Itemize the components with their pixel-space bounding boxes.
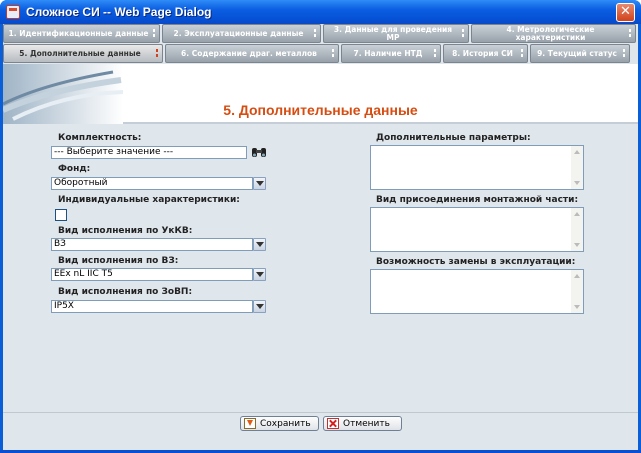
extra-params-textarea[interactable] — [370, 145, 584, 190]
vz-select[interactable]: EEx nL IIC T5 — [51, 268, 253, 281]
replace-textarea[interactable] — [370, 269, 584, 314]
individual-checkbox[interactable] — [55, 209, 67, 221]
tab-label: 4. Метрологические характеристики — [506, 25, 595, 42]
dialog-window: Сложное СИ -- Web Page Dialog ✕ 1. Идент… — [0, 0, 641, 453]
tab-exploitation[interactable]: 2. Эксплуатационные данные — [162, 24, 321, 43]
individual-label: Индивидуальные характеристики: — [58, 195, 240, 205]
tab-arrows-icon — [314, 29, 317, 39]
tab-arrows-icon — [156, 49, 159, 59]
replace-label: Возможность замены в эксплуатации: — [376, 257, 576, 267]
zovp-label: Вид исполнения по ЗоВП: — [58, 287, 193, 297]
tab-label: 9. Текущий статус — [537, 49, 617, 58]
tab-ntd[interactable]: 7. Наличие НТД — [341, 44, 441, 63]
vz-label: Вид исполнения по ВЗ: — [58, 256, 179, 266]
tab-label: 7. Наличие НТД — [353, 49, 423, 58]
tab-current-status[interactable]: 9. Текущий статус — [530, 44, 630, 63]
page-title: 5. Дополнительные данные — [223, 102, 418, 118]
close-button[interactable]: ✕ — [616, 3, 635, 22]
cancel-button[interactable]: Отменить — [323, 416, 402, 431]
tab-arrows-icon — [434, 49, 437, 59]
zovp-select[interactable]: IP5X — [51, 300, 253, 313]
chevron-down-icon[interactable] — [253, 177, 266, 190]
chevron-down-icon[interactable] — [253, 268, 266, 281]
save-icon — [244, 418, 256, 429]
tab-metrology[interactable]: 4. Метрологические характеристики — [471, 24, 636, 43]
tab-arrows-icon — [332, 49, 335, 59]
chevron-down-icon[interactable] — [253, 300, 266, 313]
tab-label: 2. Эксплуатационные данные — [173, 29, 304, 38]
header-banner: 5. Дополнительные данные — [3, 64, 638, 124]
fond-select[interactable]: Оборотный — [51, 177, 253, 190]
save-button-label: Сохранить — [260, 418, 311, 429]
tab-identification[interactable]: 1. Идентификационные данные — [3, 24, 160, 43]
komplektnost-field[interactable]: --- Выберите значение --- — [51, 146, 247, 159]
cancel-button-label: Отменить — [343, 418, 390, 429]
mount-type-textarea[interactable] — [370, 207, 584, 252]
scrollbar[interactable] — [571, 270, 583, 313]
tab-history[interactable]: 8. История СИ — [443, 44, 528, 63]
ukkv-select[interactable]: ВЗ — [51, 238, 253, 251]
tab-label: 8. История СИ — [452, 49, 513, 58]
scrollbar[interactable] — [571, 146, 583, 189]
tab-label: 1. Идентификационные данные — [8, 29, 149, 38]
chevron-down-icon[interactable] — [253, 238, 266, 251]
extra-params-label: Дополнительные параметры: — [376, 133, 531, 143]
app-icon — [6, 5, 20, 19]
tab-label: 6. Содержание драг. металлов — [181, 49, 317, 58]
client-area: 1. Идентификационные данные 2. Эксплуата… — [3, 24, 638, 450]
tab-row-1: 1. Идентификационные данные 2. Эксплуата… — [3, 24, 638, 43]
tab-precious-metals[interactable]: 6. Содержание драг. металлов — [165, 44, 339, 63]
tab-row-2: 5. Дополнительные данные 6. Содержание д… — [3, 44, 632, 63]
fond-label: Фонд: — [58, 164, 91, 174]
binoculars-icon[interactable] — [251, 146, 267, 159]
window-title: Сложное СИ -- Web Page Dialog — [26, 5, 212, 19]
mount-type-label: Вид присоединения монтажной части: — [376, 195, 579, 205]
footer-divider — [3, 412, 638, 413]
ukkv-label: Вид исполнения по УкКВ: — [58, 226, 193, 236]
tab-arrows-icon — [623, 49, 626, 59]
tab-additional-data[interactable]: 5. Дополнительные данные — [3, 44, 163, 63]
tab-arrows-icon — [521, 49, 524, 59]
title-bar[interactable]: Сложное СИ -- Web Page Dialog ✕ — [0, 0, 641, 24]
tab-label: 3. Данные для проведения МР — [333, 25, 453, 42]
tab-arrows-icon — [153, 29, 156, 39]
komplektnost-label: Комплектность: — [58, 133, 142, 143]
scrollbar[interactable] — [571, 208, 583, 251]
tab-label: 5. Дополнительные данные — [19, 49, 141, 58]
tab-arrows-icon — [629, 29, 632, 39]
save-button[interactable]: Сохранить — [240, 416, 319, 431]
tab-arrows-icon — [462, 29, 465, 39]
cancel-icon — [327, 418, 339, 429]
tab-mr-data[interactable]: 3. Данные для проведения МР — [323, 24, 469, 43]
